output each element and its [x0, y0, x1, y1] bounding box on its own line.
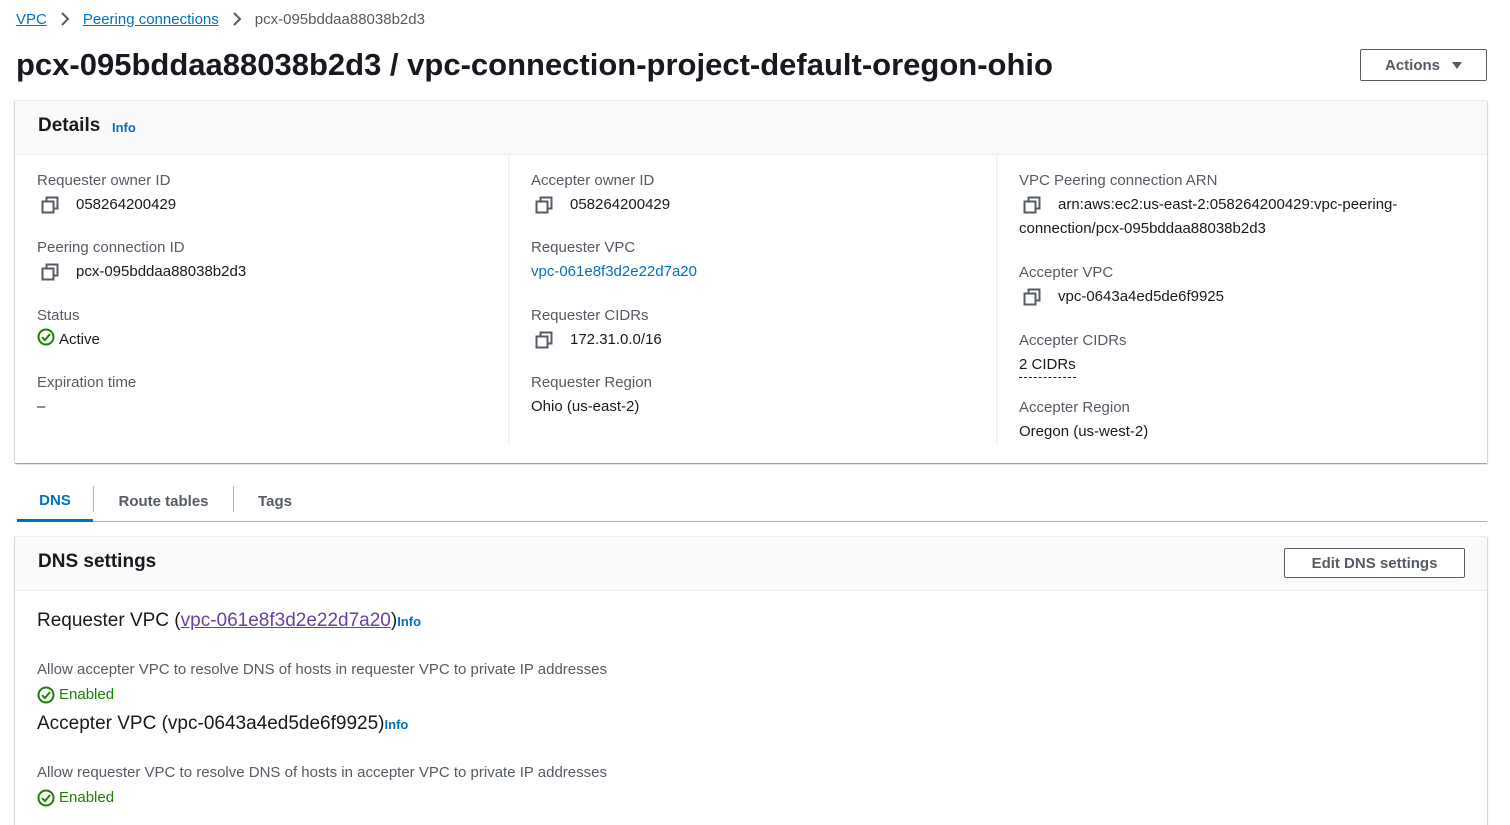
page-title: pcx-095bddaa88038b2d3 / vpc-connection-p…: [16, 47, 1053, 82]
requester-cidrs-value-row: 172.31.0.0/16: [531, 328, 662, 352]
arn-label: VPC Peering connection ARN: [1019, 172, 1218, 189]
requester-vpc-link[interactable]: vpc-061e8f3d2e22d7a20: [531, 260, 697, 284]
requester-owner-id-value: 058264200429: [76, 196, 177, 213]
peering-id-label: Peering connection ID: [37, 239, 185, 256]
copy-icon[interactable]: [1023, 196, 1041, 214]
dns-settings-title: DNS settings: [38, 551, 157, 572]
edit-dns-settings-button[interactable]: Edit DNS settings: [1284, 548, 1465, 578]
tab-bar: DNS Route tables Tags: [17, 482, 1487, 522]
requester-region-label: Requester Region: [531, 374, 652, 391]
copy-icon[interactable]: [41, 196, 59, 214]
requester-dns-status: Enabled: [37, 684, 114, 706]
requester-dns-status-text: Enabled: [59, 686, 115, 703]
accepter-owner-id-field: Accepter owner ID 058264200429: [531, 171, 670, 217]
tab-tags[interactable]: Tags: [234, 482, 316, 521]
requester-vpc-label: Requester VPC: [531, 239, 636, 256]
requester-owner-id-label: Requester owner ID: [37, 172, 171, 189]
status-field: Status Active: [37, 306, 100, 352]
accepter-vpc-label: Accepter VPC: [1019, 264, 1114, 281]
requester-cidrs-value: 172.31.0.0/16: [570, 331, 662, 348]
accepter-cidrs-field: Accepter CIDRs 2 CIDRs: [1019, 331, 1127, 378]
dns-settings-header: DNS settings Edit DNS settings: [15, 537, 1487, 591]
requester-dns-info-link[interactable]: Info: [397, 614, 421, 629]
tab-dns[interactable]: DNS: [17, 482, 93, 522]
copy-icon[interactable]: [535, 196, 553, 214]
copy-icon[interactable]: [1023, 288, 1041, 306]
chevron-right-icon: [219, 12, 255, 26]
accepter-region-field: Accepter Region Oregon (us-west-2): [1019, 398, 1148, 444]
details-column-2: Accepter owner ID 058264200429 Requester…: [508, 155, 996, 445]
accepter-owner-id-value-row: 058264200429: [531, 193, 670, 217]
breadcrumb-link-vpc[interactable]: VPC: [16, 11, 47, 28]
accepter-dns-status-text: Enabled: [59, 789, 115, 806]
requester-dns-description: Allow accepter VPC to resolve DNS of hos…: [37, 661, 607, 678]
peering-id-field: Peering connection ID pcx-095bddaa88038b…: [37, 238, 246, 284]
expiration-label: Expiration time: [37, 374, 137, 391]
breadcrumb-link-peering-connections[interactable]: Peering connections: [83, 11, 219, 28]
peering-id-value-row: pcx-095bddaa88038b2d3: [37, 260, 246, 284]
check-circle-icon: [37, 789, 55, 807]
actions-button-label: Actions: [1384, 56, 1440, 74]
check-circle-icon: [37, 686, 55, 704]
status-badge: Active: [59, 331, 100, 348]
requester-vpc-heading-link[interactable]: vpc-061e8f3d2e22d7a20: [181, 610, 391, 631]
accepter-dns-status: Enabled: [37, 787, 114, 809]
requester-vpc-heading-prefix: Requester VPC (: [37, 610, 181, 631]
requester-vpc-heading: Requester VPC (vpc-061e8f3d2e22d7a20)Inf…: [37, 608, 421, 635]
requester-owner-id-field: Requester owner ID 058264200429: [37, 171, 176, 217]
requester-region-field: Requester Region Ohio (us-east-2): [531, 373, 652, 419]
details-title: Details: [38, 115, 101, 136]
accepter-vpc-field: Accepter VPC vpc-0643a4ed5de6f9925: [1019, 263, 1224, 309]
arn-field: VPC Peering connection ARN arn:aws:ec2:u…: [1019, 171, 1459, 241]
arn-value-row: arn:aws:ec2:us-east-2:058264200429:vpc-p…: [1019, 193, 1459, 217]
accepter-cidrs-popover-trigger[interactable]: 2 CIDRs: [1019, 353, 1076, 378]
status-label: Status: [37, 307, 80, 324]
expiration-field: Expiration time –: [37, 373, 136, 419]
accepter-dns-description: Allow requester VPC to resolve DNS of ho…: [37, 764, 607, 781]
accepter-vpc-value: vpc-0643a4ed5de6f9925: [1058, 288, 1224, 305]
actions-button[interactable]: Actions: [1360, 49, 1487, 81]
peering-id-value: pcx-095bddaa88038b2d3: [76, 263, 247, 280]
expiration-value: –: [37, 398, 46, 415]
details-column-1: Requester owner ID 058264200429 Peering …: [15, 155, 508, 445]
breadcrumb: VPC Peering connections pcx-095bddaa8803…: [16, 8, 425, 30]
status-value-row: Active: [37, 328, 100, 352]
requester-cidrs-field: Requester CIDRs 172.31.0.0/16: [531, 306, 662, 352]
requester-owner-id-value-row: 058264200429: [37, 193, 176, 217]
caret-down-icon: [1452, 61, 1462, 69]
accepter-dns-info-link[interactable]: Info: [385, 717, 409, 732]
details-panel: Details Info Requester owner ID 05826420…: [15, 100, 1487, 463]
details-info-link[interactable]: Info: [112, 120, 136, 135]
accepter-vpc-heading-text: Accepter VPC (vpc-0643a4ed5de6f9925): [37, 713, 385, 734]
accepter-vpc-value-row: vpc-0643a4ed5de6f9925: [1019, 285, 1224, 309]
requester-region-value: Ohio (us-east-2): [531, 398, 640, 415]
chevron-right-icon: [47, 12, 83, 26]
details-header: Details Info: [15, 101, 1487, 155]
details-column-3: VPC Peering connection ARN arn:aws:ec2:u…: [996, 155, 1486, 445]
accepter-owner-id-label: Accepter owner ID: [531, 172, 655, 189]
accepter-owner-id-value: 058264200429: [570, 196, 671, 213]
accepter-region-value: Oregon (us-west-2): [1019, 423, 1149, 440]
requester-vpc-field: Requester VPC vpc-061e8f3d2e22d7a20: [531, 238, 697, 284]
tab-route-tables[interactable]: Route tables: [94, 482, 233, 521]
check-circle-icon: [37, 328, 55, 346]
copy-icon[interactable]: [41, 263, 59, 281]
accepter-vpc-heading: Accepter VPC (vpc-0643a4ed5de6f9925)Info: [37, 711, 408, 738]
copy-icon[interactable]: [535, 331, 553, 349]
dns-settings-panel: DNS settings Edit DNS settings Requester…: [15, 536, 1487, 825]
requester-cidrs-label: Requester CIDRs: [531, 307, 649, 324]
breadcrumb-current: pcx-095bddaa88038b2d3: [254, 10, 425, 28]
arn-value-line1: arn:aws:ec2:us-east-2:058264200429:vpc-p…: [1058, 196, 1398, 213]
arn-value-line2: connection/pcx-095bddaa88038b2d3: [1019, 220, 1266, 237]
accepter-region-label: Accepter Region: [1019, 399, 1130, 416]
accepter-cidrs-label: Accepter CIDRs: [1019, 332, 1127, 349]
accepter-cidrs-value-row: 2 CIDRs: [1019, 353, 1127, 378]
